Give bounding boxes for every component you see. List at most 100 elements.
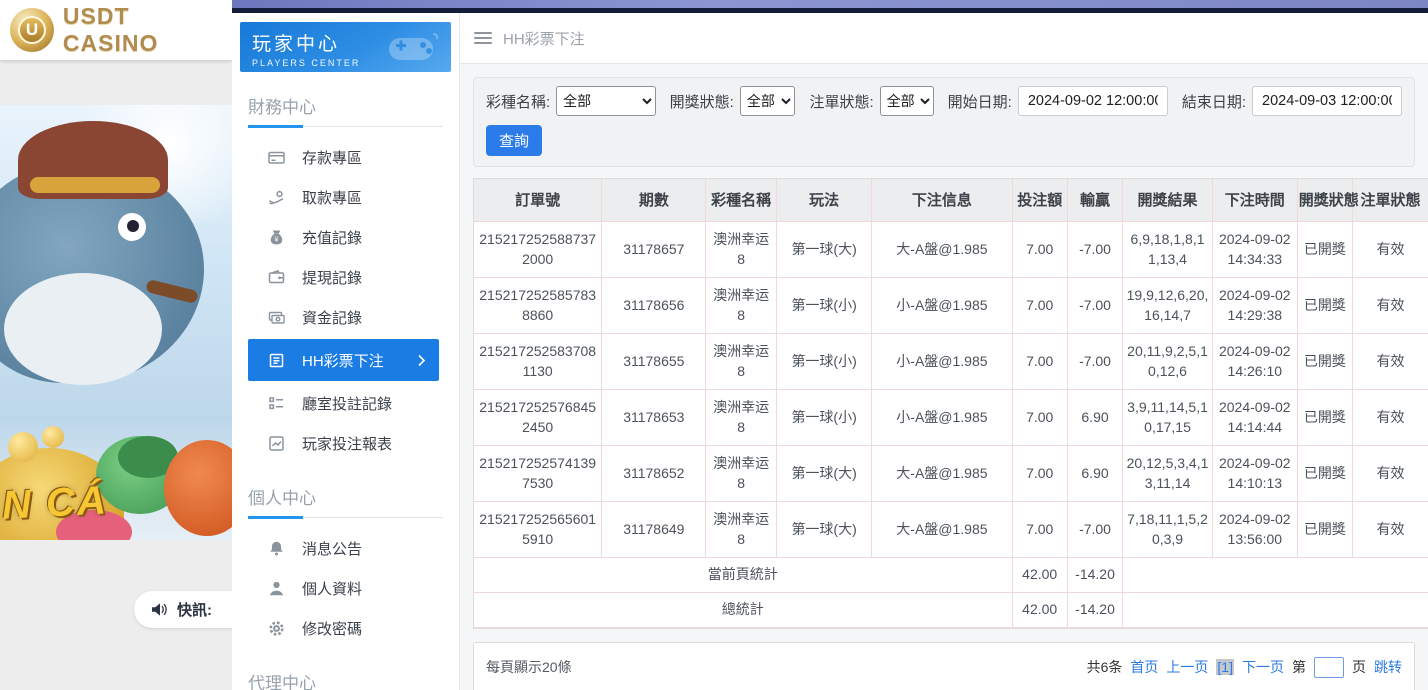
prev-page-link[interactable]: 上一页	[1166, 657, 1208, 677]
book-icon	[268, 352, 285, 369]
next-page-link[interactable]: 下一页	[1242, 657, 1284, 677]
sidebar-item-profile[interactable]: 個人資料	[232, 568, 459, 608]
coin-letter: U	[18, 16, 46, 44]
promo-shape	[127, 220, 139, 232]
sidebar-item-funds-records[interactable]: 資金記錄	[232, 297, 459, 337]
table-cell: 6.90	[1067, 445, 1122, 501]
table-cell: 2152172525656015910	[474, 501, 602, 557]
pager: 共6条 首页 上一页 [1] 下一页 第 页 跳转	[1087, 657, 1402, 678]
sidebar-item-room-bet-records[interactable]: 廳室投註記錄	[232, 383, 459, 423]
chevron-right-icon	[417, 354, 426, 367]
order-status-label: 注單狀態:	[809, 91, 873, 112]
table-cell: 20,11,9,2,5,10,12,6	[1123, 333, 1213, 389]
page-summary-bet-total: 42.00	[1012, 557, 1067, 592]
table-cell: 大-A盤@1.985	[872, 221, 1012, 277]
table-cell: 7.00	[1012, 221, 1067, 277]
brand-logo: U USDT CASINO	[0, 0, 232, 60]
sidebar-item-withdrawal-records[interactable]: 提現記錄	[232, 257, 459, 297]
table-cell: 19,9,12,6,20,16,14,7	[1123, 277, 1213, 333]
first-page-link[interactable]: 首页	[1130, 657, 1158, 677]
table-cell: 小-A盤@1.985	[872, 389, 1012, 445]
table-cell: 已開獎	[1297, 277, 1352, 333]
table-cell: 已開獎	[1297, 501, 1352, 557]
card-icon	[268, 149, 285, 166]
order-status-select[interactable]: 全部	[880, 86, 934, 116]
news-ticker[interactable]: 快訊:	[134, 591, 232, 628]
table-cell: 7.00	[1012, 445, 1067, 501]
table-cell: 有效	[1353, 445, 1428, 501]
gamepad-icon	[385, 30, 441, 71]
chart-icon	[268, 435, 285, 452]
table-cell: 2152172525768452450	[474, 389, 602, 445]
page-summary-winloss-total: -14.20	[1067, 557, 1122, 592]
sidebar-item-label: 存款專區	[302, 147, 362, 168]
column-header: 注單狀態	[1353, 179, 1428, 221]
table-cell: 已開獎	[1297, 221, 1352, 277]
end-date-label: 結束日期:	[1182, 91, 1246, 112]
table-cell: 2024-09-02 14:14:44	[1212, 389, 1297, 445]
column-header: 訂單號	[474, 179, 602, 221]
table-cell: 7.00	[1012, 501, 1067, 557]
promo-shape	[42, 426, 64, 448]
jump-suffix-text: 页	[1352, 657, 1366, 677]
start-date-input[interactable]	[1018, 86, 1168, 116]
hamburger-menu-icon[interactable]	[474, 32, 492, 44]
sidebar-item-announcements[interactable]: 消息公告	[232, 528, 459, 568]
column-header: 彩種名稱	[706, 179, 777, 221]
table-row: 215217252576845245031178653澳洲幸运8第一球(小)小-…	[474, 389, 1428, 445]
table-cell: 澳洲幸运8	[706, 277, 777, 333]
brand-name: USDT CASINO	[63, 3, 232, 57]
sidebar-item-deposit[interactable]: 存款專區	[232, 137, 459, 177]
sidebar-item-lottery-bets[interactable]: HH彩票下注	[248, 339, 439, 381]
draw-status-select[interactable]: 全部	[740, 86, 796, 116]
table-cell: 小-A盤@1.985	[872, 333, 1012, 389]
column-header: 開獎結果	[1123, 179, 1213, 221]
table-cell: 澳洲幸运8	[706, 501, 777, 557]
table-body: 215217252588737200031178657澳洲幸运8第一球(大)大-…	[474, 221, 1428, 557]
sidebar-item-recharge-records[interactable]: ¥ 充值記錄	[232, 217, 459, 257]
current-page[interactable]: [1]	[1216, 659, 1234, 675]
end-date-input[interactable]	[1252, 86, 1402, 116]
table-cell: 2024-09-02 14:26:10	[1212, 333, 1297, 389]
left-decor-panel: U USDT CASINO N CÁ 快訊:	[0, 0, 232, 690]
table-cell: 3,9,11,14,5,10,17,15	[1123, 389, 1213, 445]
sidebar-item-player-bet-report[interactable]: 玩家投注報表	[232, 423, 459, 463]
section-title-agent: 代理中心	[248, 669, 443, 690]
sidebar-item-label: 充值記錄	[302, 227, 362, 248]
table-cell: 有效	[1353, 389, 1428, 445]
table-cell: -7.00	[1067, 277, 1122, 333]
promo-shape	[4, 273, 162, 385]
right-zone: 玩家中心 PLAYERS CENTER 財務中心 存款專區 取款專區	[232, 0, 1428, 690]
lottery-name-select[interactable]: 全部	[556, 86, 655, 116]
hand-coin-icon	[268, 189, 285, 206]
content: 彩種名稱: 全部 開獎狀態: 全部 注單狀態: 全部 開始日期: 結束日期: 查…	[460, 64, 1428, 690]
table-cell: 有效	[1353, 333, 1428, 389]
gear-icon	[268, 620, 285, 637]
top-purple-strip	[232, 0, 1428, 8]
table-cell: -7.00	[1067, 333, 1122, 389]
total-summary-empty	[1123, 592, 1428, 627]
total-count-text: 共6条	[1087, 657, 1123, 677]
table-cell: 大-A盤@1.985	[872, 501, 1012, 557]
promo-image: N CÁ	[0, 105, 232, 540]
jump-page-input[interactable]	[1314, 657, 1344, 678]
table-cell: 澳洲幸运8	[706, 221, 777, 277]
page-size-text: 每頁顯示20條	[486, 657, 572, 677]
jump-link[interactable]: 跳转	[1374, 657, 1402, 677]
sidebar-item-label: HH彩票下注	[302, 350, 384, 371]
table-cell: 已開獎	[1297, 333, 1352, 389]
sidebar-item-change-password[interactable]: 修改密碼	[232, 608, 459, 648]
coin-logo-icon: U	[10, 8, 54, 52]
sidebar-item-withdraw[interactable]: 取款專區	[232, 177, 459, 217]
table-cell: 第一球(小)	[776, 333, 871, 389]
sidebar-item-label: 個人資料	[302, 578, 362, 599]
column-header: 輸贏	[1067, 179, 1122, 221]
sidebar-item-label: 取款專區	[302, 187, 362, 208]
sidebar-item-label: 廳室投註記錄	[302, 393, 392, 414]
topbar: HH彩票下注	[460, 13, 1428, 64]
search-button[interactable]: 查詢	[486, 125, 542, 156]
column-header: 期數	[602, 179, 706, 221]
sidebar-header: 玩家中心 PLAYERS CENTER	[240, 22, 451, 72]
table-header-row: 訂單號期數彩種名稱玩法下注信息投注額輸贏開獎結果下注時間開獎狀態注單狀態	[474, 179, 1428, 221]
sidebar-item-label: 修改密碼	[302, 618, 362, 639]
